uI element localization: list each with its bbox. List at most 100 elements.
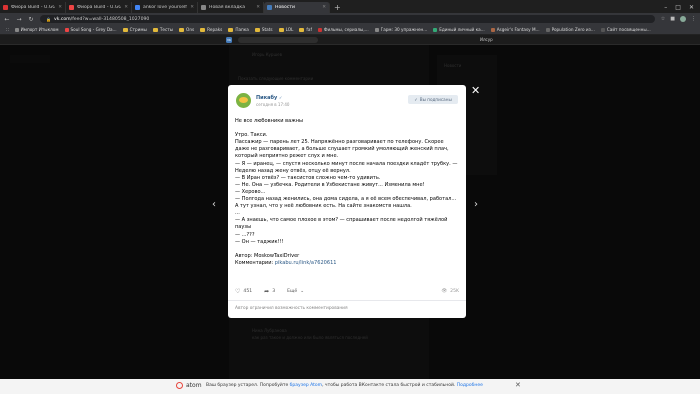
atom-text-after: , чтобы работа ВКонтакте стала быстрой и…	[322, 383, 457, 388]
comments-disabled-note: Автор ограничил возможность комментирова…	[235, 306, 348, 311]
comments-link[interactable]: pikabu.ru/link/a7620611	[275, 260, 337, 266]
subscribed-button[interactable]: ✓ Вы подписаны	[408, 95, 458, 104]
like-button[interactable]: ♡ 451	[235, 288, 252, 295]
window-controls: – □ ✕	[664, 2, 700, 13]
bookmark-label: Гарм: 30 упражнен...	[380, 27, 428, 32]
prev-post-arrow-icon[interactable]: ‹	[212, 199, 216, 210]
close-window-icon[interactable]: ✕	[689, 2, 694, 13]
tab-label: Фиора Build - U.GG Фиора Ranked	[11, 5, 56, 10]
bookmark-item[interactable]: Фильмы, сериалы,...	[317, 27, 369, 32]
atom-browser-link[interactable]: браузер Atom	[290, 383, 322, 388]
repost-button[interactable]: ➦ 3	[264, 288, 275, 295]
bookmark-item[interactable]: Тесты	[152, 27, 173, 32]
browser-tab[interactable]: ankor love yourself - Поиск в G...✕	[132, 2, 198, 13]
url-domain: vk.com	[53, 16, 71, 22]
tab-label: Новости	[275, 5, 295, 10]
chevron-down-icon: ⌄	[300, 288, 305, 294]
post-date[interactable]: сегодня в 17:40	[256, 102, 289, 107]
bookmark-item[interactable]: Stats	[254, 27, 273, 32]
post-line: — Полгода назад женились, она дома сидел…	[235, 196, 457, 210]
post-line: — А знаешь, что самое плохое в этом? — с…	[235, 217, 448, 231]
maximize-icon[interactable]: □	[675, 2, 681, 13]
tab-close-icon[interactable]: ✕	[58, 5, 62, 10]
tab-favicon-icon	[267, 5, 272, 10]
tab-label: ankor love yourself - Поиск в G...	[143, 5, 187, 10]
browser-tab[interactable]: Фиора Build - U.GG Фиора Ranke...✕	[66, 2, 132, 13]
forward-icon[interactable]: →	[16, 16, 22, 23]
extension-icon[interactable]: ■	[670, 16, 675, 22]
browser-tab[interactable]: Фиора Build - U.GG Фиора Ranked✕	[0, 2, 66, 13]
bookmark-item[interactable]: Папка	[228, 27, 249, 32]
post-actions: ♡ 451 ➦ 3 Ещё ⌄ 👁 25K	[235, 286, 459, 296]
bookmark-item[interactable]: LOL	[278, 27, 294, 32]
tab-close-icon[interactable]: ✕	[190, 5, 194, 10]
tab-close-icon[interactable]: ✕	[256, 5, 260, 10]
browser-tab[interactable]: Новости ✕	[264, 2, 330, 13]
post-comments-line: Комментарии: pikabu.ru/link/a7620611	[235, 260, 459, 267]
vk-logo-icon[interactable]: VK	[226, 37, 232, 43]
bookmark-label: Единый личный ка...	[439, 27, 485, 32]
atom-logo-icon	[176, 382, 183, 389]
bookmark-item[interactable]: Repaks	[200, 27, 222, 32]
bookmark-label: LOL	[285, 27, 294, 32]
post-line: — Он — таджик!!!	[235, 238, 284, 245]
bookmark-item[interactable]: faf	[299, 27, 312, 32]
group-avatar[interactable]	[236, 93, 251, 108]
reposts-count: 3	[272, 288, 276, 294]
bookmark-label: Population Zero из...	[551, 27, 595, 32]
bookmark-favicon-icon	[490, 27, 495, 32]
vk-user-name[interactable]: Илсур	[480, 37, 493, 42]
bookmark-item[interactable]: Гарм: 30 упражнен...	[374, 27, 428, 32]
tab-close-icon[interactable]: ✕	[124, 5, 128, 10]
tab-label: Новая вкладка	[209, 5, 246, 10]
minimize-icon[interactable]: –	[664, 2, 667, 13]
close-banner-icon[interactable]: ✕	[515, 381, 521, 389]
star-icon[interactable]: ☆	[661, 16, 665, 22]
apps-icon[interactable]: ∷	[6, 27, 9, 32]
folder-icon	[278, 27, 284, 32]
atom-more-link[interactable]: Подробнее	[457, 383, 483, 388]
bookmark-label: Фильмы, сериалы,...	[323, 27, 369, 32]
atom-banner-text: Ваш браузер устарел. Попробуйте браузер …	[206, 383, 483, 388]
bookmark-favicon-icon	[317, 27, 322, 32]
bookmark-item[interactable]: Стримы	[122, 27, 147, 32]
bookmark-item[interactable]: Asgeir's Fantasy M...	[490, 27, 540, 32]
post-line: Утро. Такси.	[235, 132, 268, 139]
bookmark-label: Сайт посвященны...	[606, 27, 651, 32]
reload-icon[interactable]: ↻	[28, 16, 34, 23]
menu-icon[interactable]: ⋮	[691, 16, 696, 22]
bookmark-item[interactable]: Сайт посвященны...	[600, 27, 651, 32]
post-line: Пассажир — парень лет 25. Напряжённо раз…	[235, 139, 449, 160]
profile-avatar[interactable]	[680, 16, 686, 22]
bookmark-label: Стримы	[129, 27, 147, 32]
browser-tab[interactable]: Новая вкладка ✕	[198, 2, 264, 13]
more-button[interactable]: Ещё ⌄	[287, 289, 304, 294]
post-text: Не все любовники важны Утро. Такси. Пассаж…	[235, 118, 459, 267]
bookmark-favicon-icon	[64, 27, 69, 32]
post-line: — Я — иранец, — спустя несколько минут п…	[235, 160, 458, 174]
bookmark-item[interactable]: Ons	[179, 27, 194, 32]
atom-text-before: Ваш браузер устарел. Попробуйте	[206, 383, 290, 388]
bookmark-item[interactable]: Единый личный ка...	[433, 27, 485, 32]
bookmark-item[interactable]: Импорт Итыклом	[14, 27, 59, 32]
group-name-text[interactable]: Пикабу	[256, 95, 277, 101]
post-modal: Пикабу ✓ сегодня в 17:40 ✓ Вы подписаны Н…	[228, 85, 466, 318]
bookmark-favicon-icon	[600, 27, 605, 32]
bookmark-label: Soul Song - Grey Da...	[70, 27, 117, 32]
toolbar: ← → ↻ 🔒 vk.com/feed?w=wall-31480508_1027…	[0, 13, 700, 25]
bookmark-item[interactable]: Soul Song - Grey Da...	[64, 27, 117, 32]
group-name[interactable]: Пикабу ✓	[256, 95, 289, 101]
back-icon[interactable]: ←	[4, 16, 10, 23]
tab-close-icon[interactable]: ✕	[322, 5, 326, 10]
close-icon[interactable]: ✕	[471, 85, 480, 96]
lock-icon: 🔒	[46, 16, 51, 22]
checkmark-icon: ✓	[414, 97, 418, 102]
new-tab-icon[interactable]: +	[330, 2, 345, 13]
heart-icon: ♡	[235, 287, 241, 295]
bookmark-item[interactable]: Population Zero из...	[545, 27, 595, 32]
address-bar[interactable]: 🔒 vk.com/feed?w=wall-31480508_1027090	[40, 15, 655, 23]
vk-search-input[interactable]	[238, 37, 318, 43]
next-post-arrow-icon[interactable]: ›	[474, 199, 478, 210]
atom-brand: atom	[186, 382, 202, 389]
url-path: /feed?w=wall-31480508_1027090	[70, 16, 150, 22]
